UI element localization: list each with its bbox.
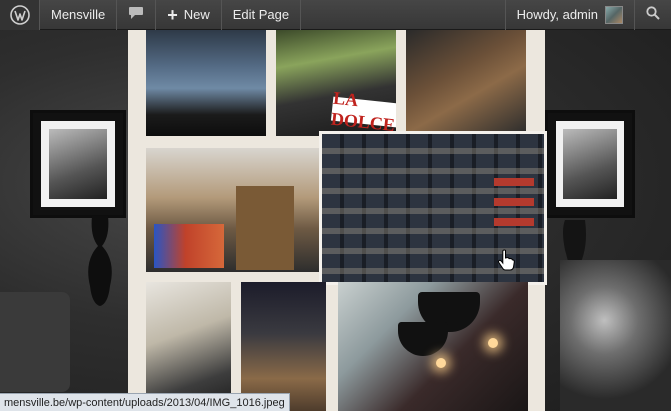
status-url: mensville.be/wp-content/uploads/2013/04/… bbox=[4, 396, 285, 409]
frame-mat bbox=[41, 121, 115, 207]
plus-icon: + bbox=[167, 4, 178, 25]
photo-barista[interactable] bbox=[146, 30, 266, 136]
search-icon bbox=[646, 6, 660, 23]
photo-store-interior[interactable] bbox=[146, 148, 322, 272]
wall-frame-right bbox=[545, 110, 635, 218]
orchid-flowers bbox=[560, 260, 671, 411]
edit-page-label: Edit Page bbox=[232, 7, 290, 22]
hat-lamp bbox=[398, 322, 448, 356]
account-menu[interactable]: Howdy, admin bbox=[504, 0, 634, 30]
photo-collage: LA DOLCE bbox=[128, 30, 545, 411]
photo-hat-lamps[interactable] bbox=[338, 282, 528, 411]
sofa bbox=[0, 292, 70, 392]
site-name-link[interactable]: Mensville bbox=[40, 0, 118, 30]
site-name-label: Mensville bbox=[51, 7, 106, 22]
vase-left bbox=[88, 216, 112, 306]
frame-photo bbox=[49, 129, 107, 199]
red-shirt-stacks bbox=[494, 178, 534, 238]
shop-sign: LA DOLCE bbox=[330, 88, 396, 135]
photo-boutique-corner[interactable] bbox=[241, 282, 326, 411]
new-content-button[interactable]: + New bbox=[156, 0, 222, 30]
shelf bbox=[236, 186, 294, 270]
wordpress-logo-icon bbox=[9, 4, 30, 25]
wall-frame-left bbox=[30, 110, 126, 218]
avatar bbox=[605, 5, 623, 24]
photo-plant-sign[interactable]: LA DOLCE bbox=[276, 30, 396, 136]
edit-page-link[interactable]: Edit Page bbox=[222, 0, 302, 30]
greeting-label: Howdy, admin bbox=[516, 7, 598, 22]
frame-mat bbox=[556, 121, 624, 207]
photo-cafe-man[interactable] bbox=[146, 282, 231, 411]
search-button[interactable] bbox=[634, 0, 671, 30]
frame-photo bbox=[563, 129, 617, 199]
lamp-glow bbox=[488, 338, 498, 348]
wordpress-logo-button[interactable] bbox=[0, 0, 40, 30]
admin-bar: Mensville + New Edit Page Howdy, admin bbox=[0, 0, 671, 30]
new-content-label: New bbox=[183, 7, 210, 22]
hand-pointer-icon bbox=[498, 249, 515, 271]
comment-bubble-icon bbox=[128, 6, 144, 23]
comments-button[interactable] bbox=[117, 0, 157, 30]
clothing-rack bbox=[154, 224, 224, 268]
lamp-glow bbox=[436, 358, 446, 368]
photo-wine-bar[interactable] bbox=[406, 30, 526, 134]
link-status-bar: mensville.be/wp-content/uploads/2013/04/… bbox=[0, 393, 290, 411]
